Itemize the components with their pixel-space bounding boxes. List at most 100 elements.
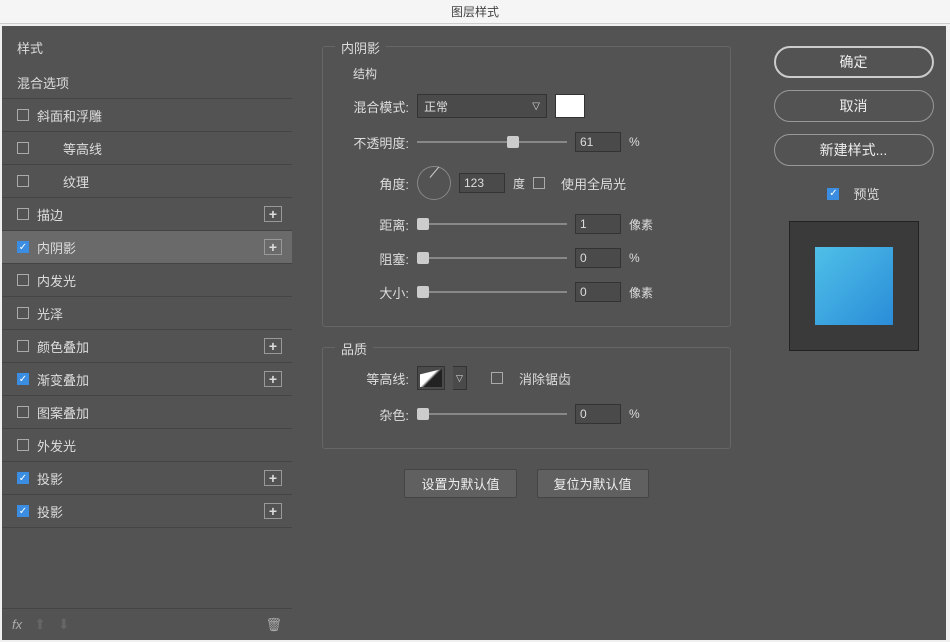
add-effect-icon[interactable]: +: [264, 503, 282, 519]
angle-row: 角度: 度 使用全局光: [343, 166, 710, 200]
angle-label: 角度:: [343, 174, 409, 193]
contour-label: 等高线:: [343, 369, 409, 388]
style-label: 颜色叠加: [37, 337, 264, 356]
style-row-0[interactable]: 斜面和浮雕: [2, 99, 292, 132]
styles-list: 斜面和浮雕等高线纹理描边+✓内阴影+内发光光泽颜色叠加+✓渐变叠加+图案叠加外发…: [2, 99, 292, 608]
size-input[interactable]: [575, 282, 621, 302]
choke-label: 阻塞:: [343, 249, 409, 268]
opacity-label: 不透明度:: [343, 133, 409, 152]
make-default-button[interactable]: 设置为默认值: [404, 469, 516, 498]
noise-slider[interactable]: [417, 406, 567, 422]
contour-row: 等高线: ▽ 消除锯齿: [343, 366, 710, 390]
opacity-input[interactable]: [575, 132, 621, 152]
style-label: 描边: [37, 205, 264, 224]
style-checkbox[interactable]: [17, 340, 29, 352]
style-checkbox[interactable]: [17, 406, 29, 418]
angle-unit: 度: [513, 175, 525, 192]
preview-checkbox[interactable]: ✓: [827, 188, 839, 200]
add-effect-icon[interactable]: +: [264, 239, 282, 255]
cancel-button[interactable]: 取消: [774, 90, 934, 122]
style-checkbox[interactable]: [17, 175, 29, 187]
style-label: 投影: [37, 502, 264, 521]
structure-label: 结构: [353, 65, 710, 82]
style-label: 纹理: [63, 172, 282, 191]
add-effect-icon[interactable]: +: [264, 470, 282, 486]
opacity-slider[interactable]: [417, 134, 567, 150]
trash-icon[interactable]: 🗑: [265, 617, 282, 633]
style-row-12[interactable]: ✓ 投影+: [2, 495, 292, 528]
style-label: 等高线: [63, 139, 282, 158]
contour-dropdown-icon[interactable]: ▽: [453, 366, 467, 390]
fx-icon[interactable]: fx: [12, 617, 22, 632]
noise-unit: %: [629, 407, 640, 421]
blending-options-row[interactable]: 混合选项: [2, 67, 292, 99]
style-checkbox[interactable]: [17, 142, 29, 154]
style-label: 斜面和浮雕: [37, 106, 282, 125]
choke-input[interactable]: [575, 248, 621, 268]
new-style-button[interactable]: 新建样式...: [774, 134, 934, 166]
add-effect-icon[interactable]: +: [264, 338, 282, 354]
size-slider[interactable]: [417, 284, 567, 300]
style-row-2[interactable]: 纹理: [2, 165, 292, 198]
size-unit: 像素: [629, 284, 653, 301]
blend-mode-label: 混合模式:: [343, 97, 409, 116]
style-label: 渐变叠加: [37, 370, 264, 389]
opacity-row: 不透明度: %: [343, 132, 710, 152]
noise-input[interactable]: [575, 404, 621, 424]
quality-fieldset: 品质 等高线: ▽ 消除锯齿 杂色: %: [322, 347, 731, 449]
style-label: 外发光: [37, 436, 282, 455]
contour-picker[interactable]: [417, 366, 445, 390]
antialias-label: 消除锯齿: [519, 369, 571, 388]
panel-title: 内阴影: [335, 38, 386, 57]
global-light-label: 使用全局光: [561, 174, 626, 193]
style-checkbox[interactable]: [17, 208, 29, 220]
default-buttons-row: 设置为默认值 复位为默认值: [322, 469, 731, 498]
style-checkbox[interactable]: [17, 109, 29, 121]
style-checkbox[interactable]: ✓: [17, 241, 29, 253]
style-checkbox[interactable]: ✓: [17, 373, 29, 385]
arrow-down-icon[interactable]: ⬇: [58, 616, 70, 633]
style-label: 光泽: [37, 304, 282, 323]
choke-slider[interactable]: [417, 250, 567, 266]
style-row-1[interactable]: 等高线: [2, 132, 292, 165]
style-row-4[interactable]: ✓内阴影+: [2, 231, 292, 264]
reset-default-button[interactable]: 复位为默认值: [537, 469, 649, 498]
style-row-3[interactable]: 描边+: [2, 198, 292, 231]
angle-dial[interactable]: [417, 166, 451, 200]
ok-button[interactable]: 确定: [774, 46, 934, 78]
style-checkbox[interactable]: [17, 439, 29, 451]
add-effect-icon[interactable]: +: [264, 206, 282, 222]
style-label: 内发光: [37, 271, 282, 290]
style-label: 投影: [37, 469, 264, 488]
add-effect-icon[interactable]: +: [264, 371, 282, 387]
style-checkbox[interactable]: [17, 274, 29, 286]
style-row-7[interactable]: 颜色叠加+: [2, 330, 292, 363]
style-row-10[interactable]: 外发光: [2, 429, 292, 462]
style-checkbox[interactable]: ✓: [17, 505, 29, 517]
global-light-checkbox[interactable]: [533, 177, 545, 189]
style-row-9[interactable]: 图案叠加: [2, 396, 292, 429]
preview-swatch: [815, 247, 893, 325]
styles-sidebar: 样式 混合选项 斜面和浮雕等高线纹理描边+✓内阴影+内发光光泽颜色叠加+✓渐变叠…: [2, 26, 292, 640]
distance-row: 距离: 像素: [343, 214, 710, 234]
blend-mode-row: 混合模式: 正常 ▽: [343, 94, 710, 118]
antialias-checkbox[interactable]: [491, 372, 503, 384]
style-row-6[interactable]: 光泽: [2, 297, 292, 330]
layer-style-dialog: 样式 混合选项 斜面和浮雕等高线纹理描边+✓内阴影+内发光光泽颜色叠加+✓渐变叠…: [2, 26, 946, 640]
noise-row: 杂色: %: [343, 404, 710, 424]
angle-input[interactable]: [459, 173, 505, 193]
distance-label: 距离:: [343, 215, 409, 234]
distance-unit: 像素: [629, 216, 653, 233]
opacity-unit: %: [629, 135, 640, 149]
style-row-5[interactable]: 内发光: [2, 264, 292, 297]
style-checkbox[interactable]: ✓: [17, 472, 29, 484]
style-checkbox[interactable]: [17, 307, 29, 319]
style-row-11[interactable]: ✓ 投影+: [2, 462, 292, 495]
distance-input[interactable]: [575, 214, 621, 234]
shadow-color-swatch[interactable]: [555, 94, 585, 118]
blend-mode-select[interactable]: 正常 ▽: [417, 94, 547, 118]
style-label: 图案叠加: [37, 403, 282, 422]
style-row-8[interactable]: ✓ 渐变叠加+: [2, 363, 292, 396]
arrow-up-icon[interactable]: ⬆: [34, 616, 46, 633]
distance-slider[interactable]: [417, 216, 567, 232]
